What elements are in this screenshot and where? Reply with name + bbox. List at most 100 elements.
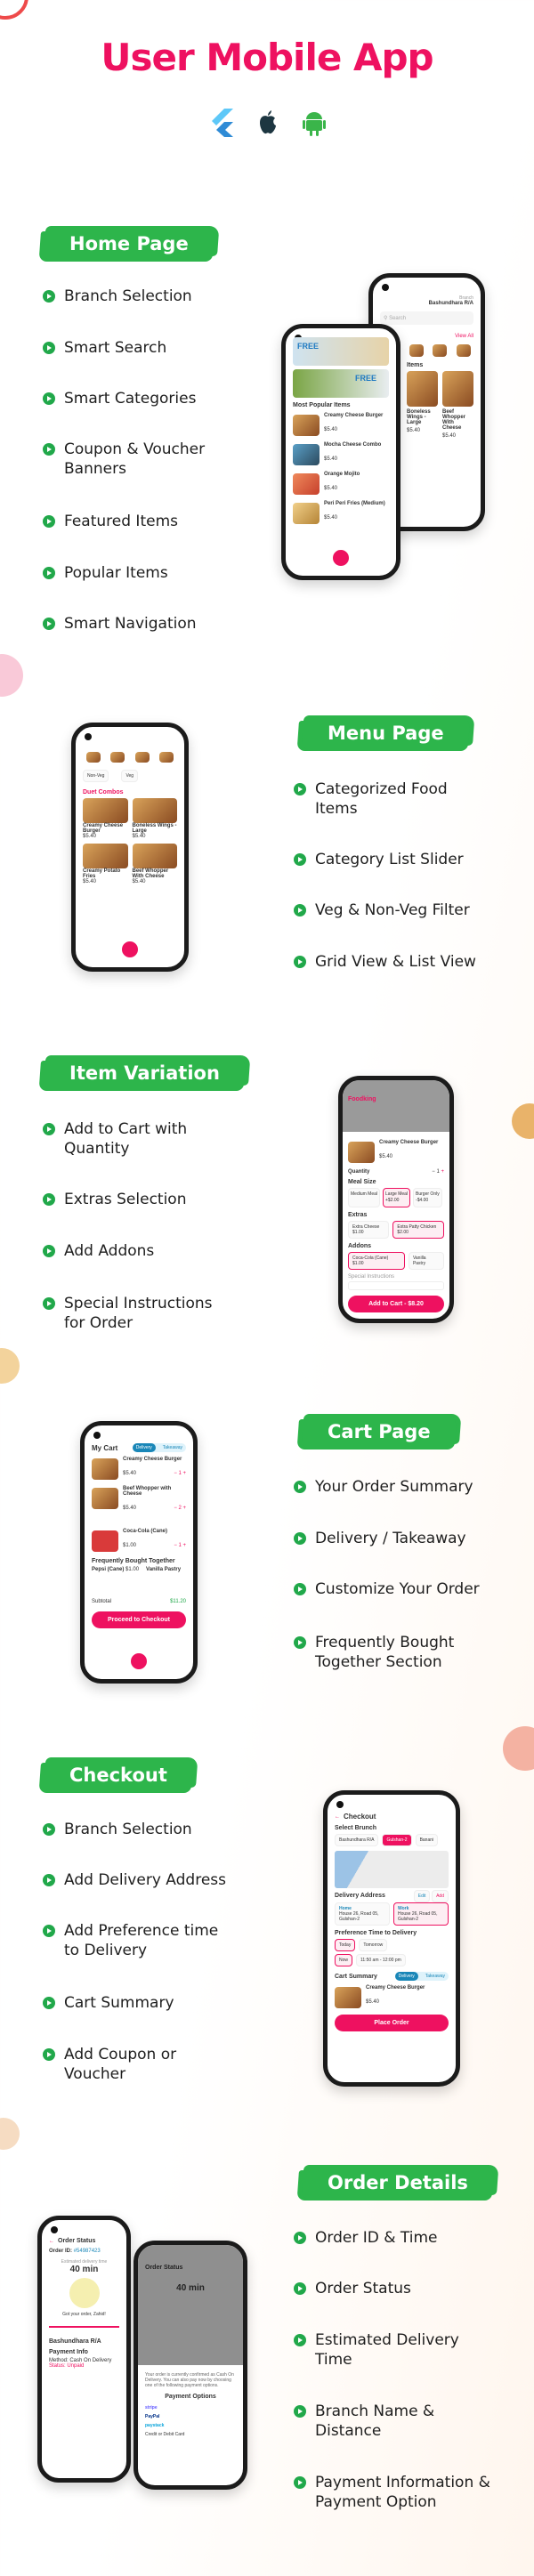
quantity-stepper[interactable]: − 2 + [174,1506,186,1511]
bullet: Add Preference time to Delivery [43,1921,230,1960]
fbt-heading: Frequently Bought Together [92,1558,175,1564]
item-name: Creamy Cheese Burger [83,823,124,834]
android-icon [303,109,326,137]
branch-map[interactable] [335,1851,449,1888]
card-option[interactable]: Credit or Debit Card [145,2432,236,2437]
time-option[interactable]: 11:50 am - 12:00 pm [356,1954,406,1966]
day-option[interactable]: Tomorrow [359,1939,388,1951]
size-price: -$4.00 [416,1198,429,1203]
item-price: $5.40 [379,1154,393,1159]
bullet-text: Add Coupon or Voucher [64,2046,177,2083]
bullet-text: Add to Cart with Quantity [64,1120,188,1158]
stripe-option[interactable]: stripe [145,2405,236,2410]
menu-item[interactable]: Creamy Cheese Burger $5.40 [83,798,128,839]
takeaway-toggle[interactable]: Takeaway [422,1972,449,1981]
coupon-banner[interactable]: FREE [293,337,389,366]
subtotal-value: $11.20 [170,1599,186,1604]
menu-item[interactable]: Creamy Potato Fries $5.40 [83,844,128,884]
bullet: Frequently Bought Together Section [294,1633,481,1672]
section-badge-menu: Menu Page [301,715,471,751]
popular-item[interactable]: Mocha Cheese Combo $5.40 [293,442,389,467]
quantity-stepper[interactable]: − 1 + [174,1471,186,1476]
add-address-button[interactable]: Add [432,1889,449,1902]
item-price: $5.40 [324,515,338,521]
filter-non-veg[interactable]: Non-Veg [83,770,109,782]
popular-item[interactable]: Orange Mojito $5.40 [293,472,389,497]
search-placeholder: Search [389,316,407,321]
branch-option[interactable]: Bashundhara R/A [335,1834,379,1846]
extra-option[interactable]: Extra Patty Chicken $2.00 [392,1221,444,1239]
decorative-burger [512,1103,534,1139]
bullet-play-icon [43,290,55,303]
page-title: User Mobile App [101,36,433,79]
decorative-pizza [503,1726,534,1771]
item-name: Creamy Potato Fries [83,868,121,879]
addon-price: $1.00 [352,1261,364,1266]
branch-option[interactable]: Banani [415,1834,439,1846]
checkout-title: Checkout [344,1813,376,1821]
popular-item[interactable]: Peri Peri Fries (Medium) $5.40 [293,501,389,526]
eta-value: 40 min [176,2283,205,2293]
bullet-text: Featured Items [64,513,178,530]
menu-item[interactable]: Beef Whopper With Cheese $5.40 [132,844,177,884]
bullet: Veg & Non-Veg Filter [294,900,481,920]
order-progress [49,2326,119,2328]
extra-price: $2.00 [397,1230,409,1235]
quantity-stepper[interactable]: − 1 + [174,1543,186,1548]
fbt-item[interactable]: Vanilla Pastry [146,1567,181,1572]
size-option[interactable]: Medium Meal [348,1188,381,1207]
bullet-text: Special Instructions for Order [64,1295,213,1332]
back-arrow-icon[interactable]: ← [49,2239,54,2244]
cart-fab-button[interactable] [128,1651,150,1672]
address-card[interactable]: Work House 26, Road 05, Gulshan-2 [393,1902,449,1926]
edit-address-button[interactable]: Edit [413,1889,431,1902]
bullet-text: Branch Selection [64,287,192,305]
item-name: Creamy Cheese Burger [379,1140,439,1145]
addon-option[interactable]: Vanilla Pastry [408,1252,444,1270]
item-price: $5.40 [83,834,97,839]
branch-option[interactable]: Gulshan-2 [382,1834,412,1846]
bullet-text: Branch Selection [64,1821,192,1838]
item-name: Coca-Cola (Cane) [123,1529,168,1534]
cart-fab-button[interactable] [330,547,352,569]
addon-option[interactable]: Coca-Cola (Cane) $1.00 [348,1252,405,1270]
bullet: Add Coupon or Voucher [43,2045,230,2084]
time-option[interactable]: Now [335,1954,353,1966]
place-order-button[interactable]: Place Order [335,2015,449,2031]
delivery-toggle[interactable]: Delivery [394,1972,418,1981]
filter-veg[interactable]: Veg [121,770,139,782]
qty: 1 [178,1471,182,1476]
instructions-input[interactable] [348,1281,444,1290]
address-card[interactable]: Home House 26, Road 05, Gulshan-2 [335,1902,390,1926]
paystack-option[interactable]: paystack [145,2423,236,2428]
bullet-play-icon [43,1123,55,1135]
takeaway-toggle[interactable]: Takeaway [159,1443,186,1452]
bullet-text: Payment Information & Payment Option [315,2474,490,2511]
badge-label: Order Details [328,2172,468,2193]
bullet-play-icon [43,1874,55,1886]
size-option[interactable]: Large Meal +$2.00 [383,1188,411,1207]
extra-option[interactable]: Extra Cheese $1.00 [348,1221,390,1239]
back-arrow-icon[interactable]: ← [335,1814,340,1820]
bullet: Order Status [294,2279,481,2298]
quantity-stepper[interactable]: − 1 + [432,1169,444,1175]
delivery-toggle[interactable]: Delivery [132,1443,156,1452]
fbt-item[interactable]: Pepsi (Cane) $1.00 [92,1567,139,1572]
branch-selector[interactable]: Bashundhara R/A [380,301,473,306]
badge-label: Item Variation [69,1062,220,1084]
day-option[interactable]: Today [335,1939,356,1951]
proceed-checkout-button[interactable]: Proceed to Checkout [92,1611,186,1628]
bullet-play-icon [294,2282,306,2295]
menu-item[interactable]: Boneless Wings - Large $5.40 [132,798,177,839]
search-input[interactable]: ⚲ Search [380,311,473,325]
voucher-banner[interactable]: FREE [293,369,389,398]
section-badge-home: Home Page [43,226,215,262]
phone-menu: Non-Veg Veg Duet Combos Creamy Cheese Bur… [71,723,189,972]
cart-fab-button[interactable] [119,939,141,960]
item-name: Beef Whopper With Cheese [132,868,169,879]
popular-item[interactable]: Creamy Cheese Burger $5.40 [293,413,389,438]
add-to-cart-button[interactable]: Add to Cart - $8.20 [348,1296,444,1312]
item-name: Creamy Cheese Burger [324,413,384,418]
paypal-option[interactable]: PayPal [145,2414,236,2419]
size-option[interactable]: Burger Only -$4.00 [413,1188,442,1207]
